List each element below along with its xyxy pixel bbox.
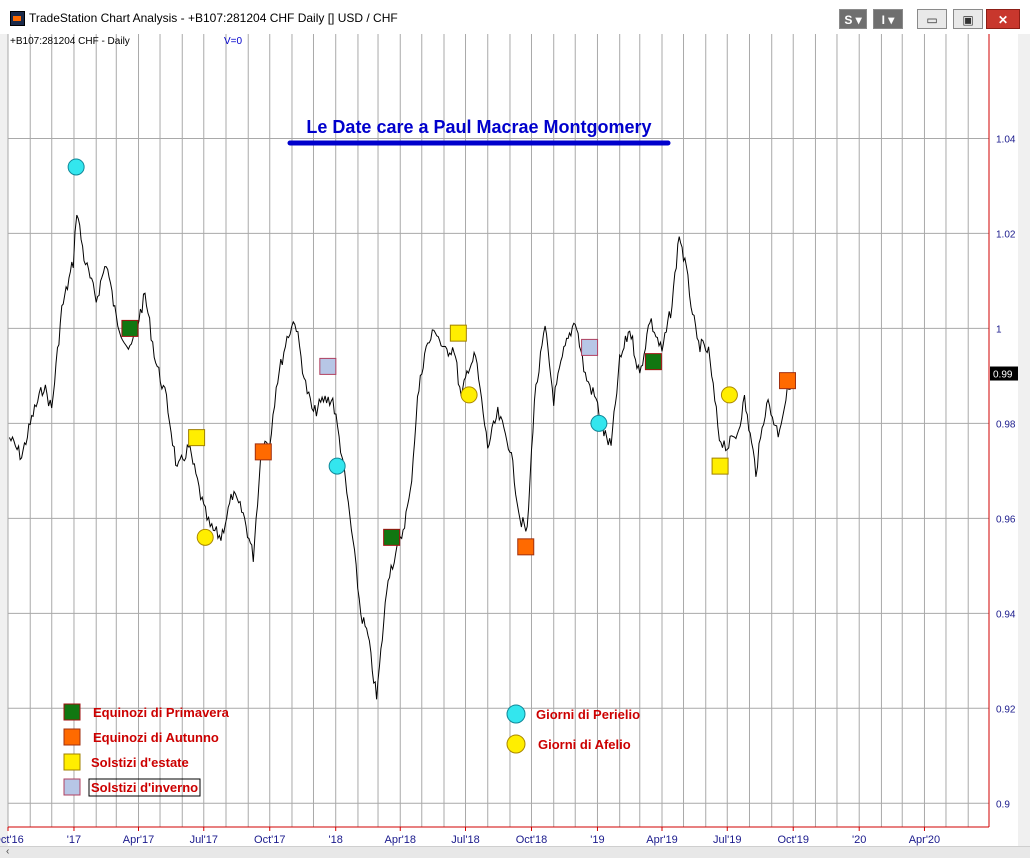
legend-label-equinox_spring: Equinozi di Primavera (93, 705, 230, 720)
marker-solstice_summer (711, 457, 729, 475)
minimize-icon[interactable]: ▭ (917, 9, 947, 29)
horizontal-scrollbar[interactable] (0, 846, 1030, 858)
last-value-text: 0.99 (993, 370, 1013, 381)
symbol-label: +B107:281204 CHF - Daily (10, 36, 130, 47)
legend-label-aphelion: Giorni di Afelio (538, 737, 631, 752)
indicator-menu-button[interactable]: I ▾ (873, 9, 903, 29)
marker-aphelion (196, 528, 214, 546)
window-title: TradeStation Chart Analysis - +B107:2812… (29, 11, 398, 25)
legend-swatch-solstice_winter (63, 778, 81, 796)
marker-equinox_autumn (778, 372, 796, 390)
marker-equinox_autumn (517, 538, 535, 556)
y-tick-label: 0.9 (996, 799, 1010, 810)
y-tick-label: 1 (996, 324, 1002, 335)
marker-solstice_winter (581, 338, 599, 356)
price-chart[interactable]: 1.04 1.02 1 0.98 0.96 0.94 0.92 0.9 Oct'16 '17 Ap… (0, 34, 1030, 846)
legend-swatch-perihelion (506, 704, 526, 724)
x-tick-label: Jul'19 (713, 834, 741, 846)
y-tick-label: 0.96 (996, 514, 1016, 525)
x-tick-label: Apr'19 (646, 834, 677, 846)
chart-title: Le Date care a Paul Macrae Montgomery (306, 117, 651, 137)
x-tick-label: Oct'17 (254, 834, 285, 846)
x-tick-label: Oct'18 (516, 834, 547, 846)
y-tick-label: 0.94 (996, 609, 1016, 620)
marker-perihelion (328, 457, 346, 475)
marker-equinox_spring (383, 528, 401, 546)
marker-equinox_spring (121, 319, 139, 337)
maximize-icon[interactable]: ▣ (953, 9, 983, 29)
x-tick-label: '18 (329, 834, 343, 846)
x-tick-label: '17 (67, 834, 81, 846)
x-tick-label: Jul'17 (190, 834, 218, 846)
scroll-left-icon[interactable]: ‹ (6, 846, 9, 857)
x-tick-label: Apr'17 (123, 834, 154, 846)
marker-equinox_spring (644, 353, 662, 371)
y-tick-label: 0.92 (996, 704, 1016, 715)
marker-solstice_summer (188, 429, 206, 447)
style-menu-button[interactable]: S ▾ (839, 9, 867, 29)
tradestation-app-icon (10, 11, 25, 26)
legend-swatch-equinox_autumn (63, 728, 81, 746)
legend-label-solstice_summer: Solstizi d'estate (91, 755, 189, 770)
title-bar: TradeStation Chart Analysis - +B107:2812… (0, 0, 1030, 35)
y-tick-label: 0.98 (996, 419, 1016, 430)
marker-perihelion (590, 414, 608, 432)
marker-aphelion (720, 386, 738, 404)
marker-aphelion (460, 386, 478, 404)
x-tick-label: Oct'16 (0, 834, 24, 846)
x-tick-label: '19 (590, 834, 604, 846)
x-tick-label: Jul'18 (451, 834, 479, 846)
marker-equinox_autumn (254, 443, 272, 461)
x-tick-label: Oct'19 (778, 834, 809, 846)
volume-label: V=0 (224, 36, 243, 47)
chart-background (8, 34, 1018, 846)
close-icon[interactable]: ✕ (986, 9, 1020, 29)
legend-swatch-solstice_summer (63, 753, 81, 771)
legend-label-solstice_winter: Solstizi d'inverno (91, 780, 198, 795)
legend-label-equinox_autumn: Equinozi di Autunno (93, 730, 219, 745)
x-tick-label: Apr'20 (909, 834, 940, 846)
x-tick-label: '20 (852, 834, 866, 846)
marker-perihelion (67, 158, 85, 176)
legend-label-perihelion: Giorni di Perielio (536, 707, 640, 722)
x-tick-label: Apr'18 (385, 834, 416, 846)
legend-swatch-aphelion (506, 734, 526, 754)
y-tick-label: 1.04 (996, 134, 1016, 145)
legend-swatch-equinox_spring (63, 703, 81, 721)
marker-solstice_winter (319, 357, 337, 375)
y-tick-label: 1.02 (996, 229, 1016, 240)
last-value-badge: 0.99 (990, 366, 1018, 381)
marker-solstice_summer (449, 324, 467, 342)
